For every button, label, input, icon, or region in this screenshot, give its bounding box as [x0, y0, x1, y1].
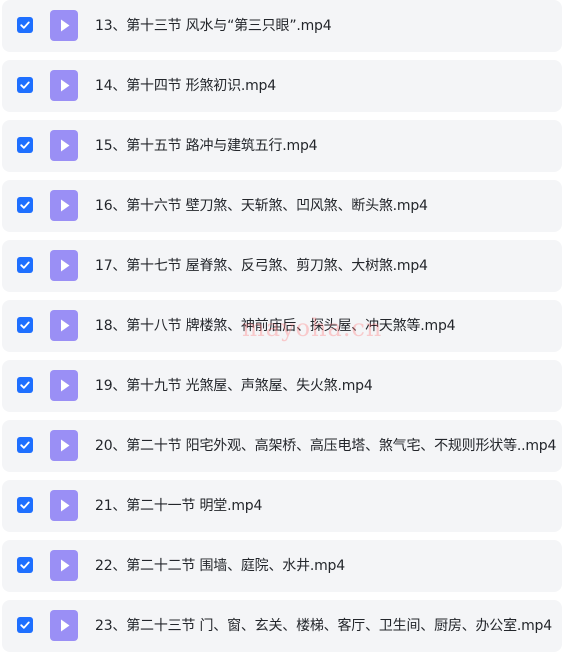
file-row[interactable]: 22、第二十二节 围墙、庭院、水井.mp4: [2, 540, 562, 592]
file-name[interactable]: 22、第二十二节 围墙、庭院、水井.mp4: [95, 540, 345, 592]
file-name[interactable]: 19、第十九节 光煞屋、声煞屋、失火煞.mp4: [95, 360, 373, 412]
checkbox-checked[interactable]: [17, 617, 33, 633]
checkbox-checked[interactable]: [17, 17, 33, 33]
video-file-icon: [50, 250, 78, 281]
file-row[interactable]: 20、第二十节 阳宅外观、高架桥、高压电塔、煞气宅、不规则形状等..mp4: [2, 420, 562, 472]
file-row[interactable]: 14、第十四节 形煞初识.mp4: [2, 60, 562, 112]
checkmark-icon: [20, 141, 30, 149]
checkmark-icon: [20, 261, 30, 269]
file-row[interactable]: 23、第二十三节 门、窗、玄关、楼梯、客厅、卫生间、厨房、办公室.mp4: [2, 600, 562, 652]
file-name[interactable]: 20、第二十节 阳宅外观、高架桥、高压电塔、煞气宅、不规则形状等..mp4: [95, 420, 556, 472]
file-name[interactable]: 17、第十七节 屋脊煞、反弓煞、剪刀煞、大树煞.mp4: [95, 240, 428, 292]
file-name[interactable]: 21、第二十一节 明堂.mp4: [95, 480, 262, 532]
file-name[interactable]: 15、第十五节 路冲与建筑五行.mp4: [95, 120, 318, 172]
checkmark-icon: [20, 441, 30, 449]
checkmark-icon: [20, 501, 30, 509]
file-row[interactable]: 13、第十三节 风水与“第三只眼”.mp4: [2, 0, 562, 52]
checkmark-icon: [20, 381, 30, 389]
checkmark-icon: [20, 21, 30, 29]
file-row[interactable]: 15、第十五节 路冲与建筑五行.mp4: [2, 120, 562, 172]
video-file-icon: [50, 430, 78, 461]
video-file-icon: [50, 10, 78, 41]
checkbox-checked[interactable]: [17, 377, 33, 393]
file-name[interactable]: 13、第十三节 风水与“第三只眼”.mp4: [95, 0, 332, 52]
video-file-icon: [50, 190, 78, 221]
file-list: 13、第十三节 风水与“第三只眼”.mp4 14、第十四节 形煞初识.mp4 1…: [0, 0, 562, 658]
video-file-icon: [50, 370, 78, 401]
video-file-icon: [50, 610, 78, 641]
checkbox-checked[interactable]: [17, 557, 33, 573]
file-row[interactable]: 17、第十七节 屋脊煞、反弓煞、剪刀煞、大树煞.mp4: [2, 240, 562, 292]
checkmark-icon: [20, 201, 30, 209]
checkbox-checked[interactable]: [17, 497, 33, 513]
checkbox-checked[interactable]: [17, 257, 33, 273]
video-file-icon: [50, 70, 78, 101]
video-file-icon: [50, 550, 78, 581]
video-file-icon: [50, 310, 78, 341]
video-file-icon: [50, 130, 78, 161]
checkbox-checked[interactable]: [17, 197, 33, 213]
video-file-icon: [50, 490, 78, 521]
checkbox-checked[interactable]: [17, 137, 33, 153]
checkbox-checked[interactable]: [17, 317, 33, 333]
checkmark-icon: [20, 321, 30, 329]
checkbox-checked[interactable]: [17, 437, 33, 453]
checkmark-icon: [20, 561, 30, 569]
file-row[interactable]: 21、第二十一节 明堂.mp4: [2, 480, 562, 532]
file-row[interactable]: 19、第十九节 光煞屋、声煞屋、失火煞.mp4: [2, 360, 562, 412]
file-name[interactable]: 18、第十八节 牌楼煞、神前庙后、探头屋、冲天煞等.mp4: [95, 300, 456, 352]
file-row[interactable]: 18、第十八节 牌楼煞、神前庙后、探头屋、冲天煞等.mp4: [2, 300, 562, 352]
file-name[interactable]: 14、第十四节 形煞初识.mp4: [95, 60, 276, 112]
checkbox-checked[interactable]: [17, 77, 33, 93]
checkmark-icon: [20, 621, 30, 629]
checkmark-icon: [20, 81, 30, 89]
file-name[interactable]: 23、第二十三节 门、窗、玄关、楼梯、客厅、卫生间、厨房、办公室.mp4: [95, 600, 552, 652]
file-row[interactable]: 16、第十六节 壁刀煞、天斩煞、凹风煞、断头煞.mp4: [2, 180, 562, 232]
file-name[interactable]: 16、第十六节 壁刀煞、天斩煞、凹风煞、断头煞.mp4: [95, 180, 428, 232]
